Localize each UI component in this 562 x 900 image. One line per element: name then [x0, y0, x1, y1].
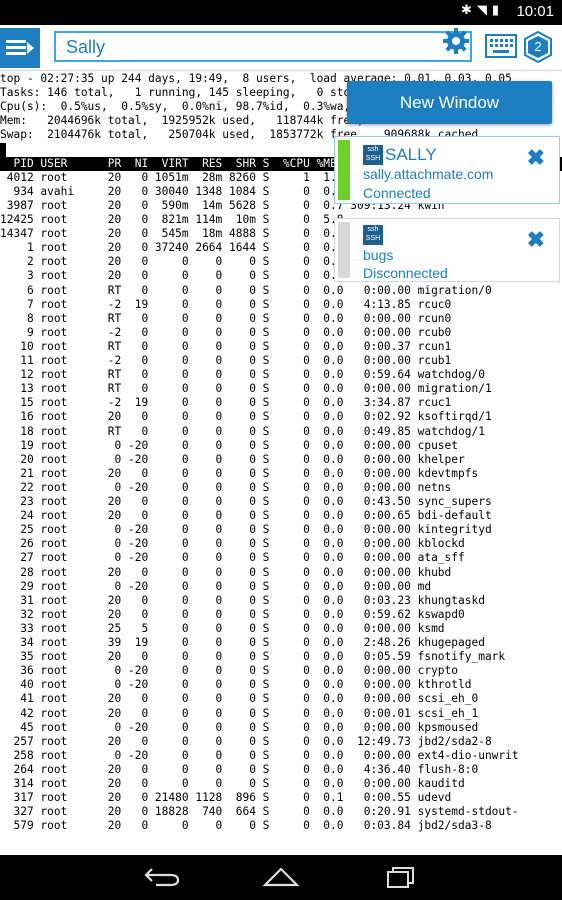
session-status-strip [338, 222, 350, 278]
session-status: Connected [363, 185, 431, 201]
wifi-icon: ◥ [476, 3, 492, 18]
process-row: 15 root -2 19 0 0 0 S 0 0.0 3:34.87 rcuc… [0, 396, 452, 410]
process-row: 3 root 20 0 0 0 0 S 0 0.0 [0, 269, 351, 283]
process-row: 14347 root 20 0 545m 18m 4888 S 0 0.9 [0, 227, 351, 241]
process-row: 27 root 0 -20 0 0 0 S 0 0.0 0:00.00 ata_… [0, 551, 465, 565]
navigation-bar [0, 855, 562, 900]
menu-arrow-icon [27, 42, 34, 54]
process-row: 25 root 0 -20 0 0 0 S 0 0.0 0:00.00 kint… [0, 523, 492, 537]
menu-icon-line [6, 46, 26, 49]
session-host: sally.attachmate.com [363, 166, 494, 182]
gear-icon[interactable] [442, 27, 470, 55]
process-row: 45 root 0 -20 0 0 0 S 0 0.0 0:00.00 kpsm… [0, 720, 479, 734]
process-row: 33 root 25 5 0 0 0 S 0 0.0 0:00.00 ksmd [0, 621, 445, 635]
close-icon[interactable]: ✖ [527, 229, 545, 251]
process-row: 4012 root 20 0 1051m 28m 8260 S 1 1.4 [0, 170, 351, 184]
status-time: 10:01 [516, 3, 554, 20]
menu-icon [6, 40, 26, 43]
new-window-button[interactable]: New Window [347, 81, 552, 124]
process-row: 35 root 20 0 0 0 0 S 0 0.0 0:05.59 fsnot… [0, 650, 506, 664]
process-row: 6 root RT 0 0 0 0 S 0 0.0 0:00.00 migrat… [0, 283, 492, 297]
process-row: 13 root RT 0 0 0 0 S 0 0.0 0:00.00 migra… [0, 382, 492, 396]
process-row: 18 root RT 0 0 0 0 S 0 0.0 0:49.85 watch… [0, 424, 485, 438]
ssh-icon: ssh SSH [363, 145, 383, 165]
process-row: 12425 root 20 0 821m 114m 10m S 0 5.8 [0, 213, 351, 226]
status-icons: ✱◥▮ [461, 3, 504, 18]
app-toolbar: Sally 2 [0, 25, 562, 71]
process-row: 41 root 20 0 0 0 0 S 0 0.0 0:00.00 scsi_… [0, 692, 479, 706]
process-row: 934 avahi 20 0 30040 1348 1084 S 0 0.1 [0, 184, 351, 198]
process-row: 12 root RT 0 0 0 0 S 0 0.0 0:59.64 watch… [0, 368, 485, 382]
home-icon[interactable] [261, 865, 301, 889]
process-row: 1 root 20 0 37240 2664 1644 S 0 0.1 [0, 241, 351, 255]
process-row: 258 root 0 -20 0 0 0 S 0 0.0 0:00.00 ext… [0, 748, 519, 762]
process-row: 264 root 20 0 0 0 0 S 0 0.0 4:36.40 flus… [0, 762, 479, 776]
process-row: 42 root 20 0 0 0 0 S 0 0.0 0:00.01 scsi_… [0, 706, 479, 720]
process-row: 9 root -2 0 0 0 0 S 0 0.0 0:00.00 rcub0 [0, 325, 452, 339]
keyboard-icon[interactable] [485, 34, 517, 60]
session-host: bugs [363, 247, 394, 263]
status-bar: ✱◥▮ 10:01 [0, 0, 562, 25]
process-row: 32 root 20 0 0 0 0 S 0 0.0 0:59.62 kswap… [0, 607, 465, 621]
close-icon[interactable]: ✖ [527, 147, 545, 169]
process-row: 24 root 20 0 0 0 0 S 0 0.0 0:00.65 bdi-d… [0, 509, 492, 523]
process-row: 317 root 20 0 21480 1128 896 S 0 0.1 0:0… [0, 791, 452, 805]
session-status-strip [338, 140, 350, 200]
process-row: 579 root 20 0 0 0 0 S 0 0.0 0:03.84 jbd2… [0, 819, 492, 833]
session-card-sally[interactable]: ssh SSH SALLY sally.attachmate.com Connec… [334, 136, 560, 204]
session-name: Sally [66, 37, 106, 57]
battery-icon: ▮ [491, 3, 504, 18]
recents-icon[interactable] [381, 865, 421, 889]
process-row: 7 root -2 19 0 0 0 S 0 0.0 4:13.85 rcuc0 [0, 297, 452, 311]
process-row: 26 root 0 -20 0 0 0 S 0 0.0 0:00.00 kblo… [0, 537, 465, 551]
terminal-cursor [0, 142, 6, 157]
process-row: 21 root 20 0 0 0 0 S 0 0.0 0:00.00 kdevt… [0, 466, 479, 480]
process-row: 2 root 20 0 0 0 0 S 0 0.0 [0, 255, 351, 269]
process-row: 10 root RT 0 0 0 0 S 0 0.0 0:00.37 rcun1 [0, 339, 452, 353]
process-row: 11 root -2 0 0 0 0 S 0 0.0 0:00.00 rcub1 [0, 354, 452, 367]
process-row: 314 root 20 0 0 0 0 S 0 0.0 0:00.00 kaud… [0, 777, 465, 790]
process-row: 28 root 20 0 0 0 0 S 0 0.0 0:00.00 khubd [0, 565, 452, 579]
bluetooth-icon: ✱ [460, 3, 477, 18]
process-row: 22 root 0 -20 0 0 0 S 0 0.0 0:00.00 netn… [0, 480, 452, 494]
process-row: 16 root 20 0 0 0 0 S 0 0.0 0:02.92 ksoft… [0, 410, 492, 424]
process-row: 36 root 0 -20 0 0 0 S 0 0.0 0:00.00 cryp… [0, 664, 459, 678]
process-row: 20 root 0 -20 0 0 0 S 0 0.0 0:00.00 khel… [0, 452, 465, 466]
back-icon[interactable] [142, 865, 182, 889]
session-status: Disconnected [363, 265, 448, 281]
process-row: 34 root 39 19 0 0 0 S 0 0.0 2:48.26 khug… [0, 636, 485, 649]
process-row: 257 root 20 0 0 0 0 S 0 0.0 12:49.73 jbd… [0, 734, 492, 748]
menu-button[interactable] [0, 28, 40, 68]
process-row: 327 root 20 0 18828 740 664 S 0 0.0 0:20… [0, 805, 519, 819]
ssh-icon: ssh SSH [363, 225, 383, 245]
window-count: 2 [534, 39, 542, 54]
process-row: 23 root 20 0 0 0 0 S 0 0.0 0:43.50 sync_… [0, 495, 492, 508]
process-row: 31 root 20 0 0 0 0 S 0 0.0 0:03.23 khung… [0, 593, 485, 607]
process-row: 29 root 0 -20 0 0 0 S 0 0.0 0:00.00 md [0, 579, 432, 593]
process-row: 40 root 0 -20 0 0 0 S 0 0.0 0:00.00 kthr… [0, 678, 472, 692]
menu-icon-line [6, 52, 26, 55]
session-name-field[interactable]: Sally [54, 31, 472, 62]
session-title: SALLY [385, 145, 437, 164]
session-card-bugs[interactable]: ssh SSH bugs Disconnected ✖ [334, 218, 560, 282]
windows-button[interactable]: 2 [524, 31, 552, 63]
process-row: 19 root 0 -20 0 0 0 S 0 0.0 0:00.00 cpus… [0, 438, 459, 452]
process-row: 8 root RT 0 0 0 0 S 0 0.0 0:00.00 rcun0 [0, 311, 452, 325]
